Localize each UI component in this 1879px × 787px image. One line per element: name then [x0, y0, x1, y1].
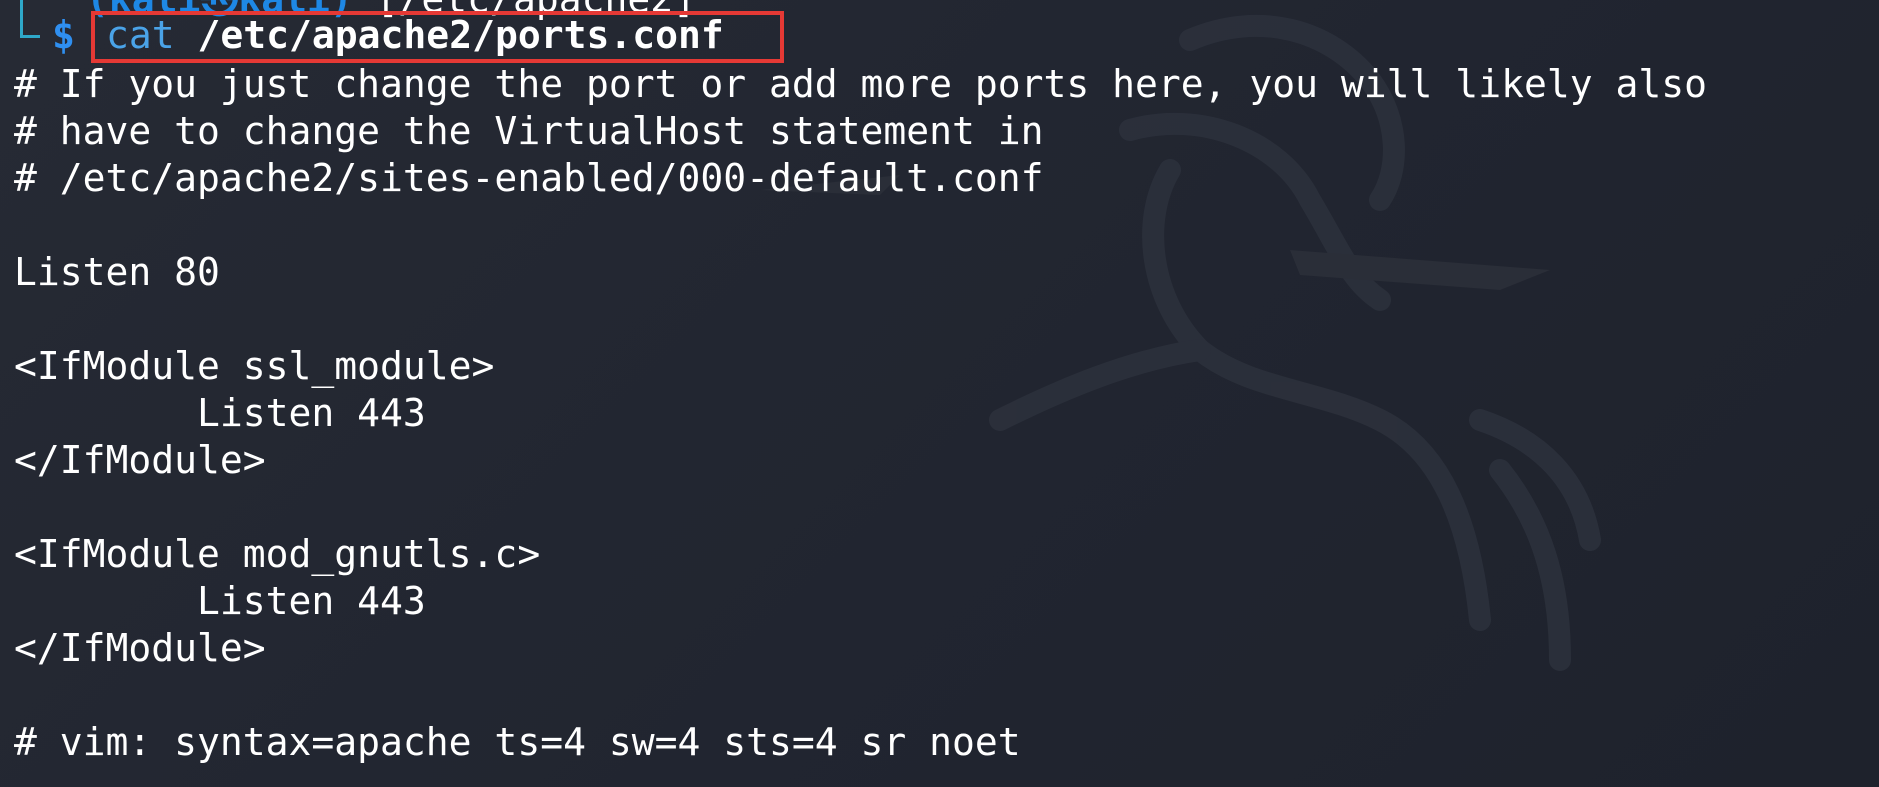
output-line: </IfModule> [14, 626, 266, 670]
terminal-window[interactable]: (kali㉿kali) [/etc/apache2] $ cat /etc/ap… [0, 0, 1879, 787]
output-line: Listen 443 [14, 391, 426, 435]
output-line: # If you just change the port or add mor… [14, 62, 1707, 106]
command-highlight-box [91, 11, 784, 63]
output-line: # have to change the VirtualHost stateme… [14, 109, 1044, 153]
prompt-symbol: $ [52, 13, 75, 57]
output-line: Listen 80 [14, 250, 220, 294]
prompt-tree-connector [20, 0, 40, 38]
output-line: Listen 443 [14, 579, 426, 623]
output-line: # vim: syntax=apache ts=4 sw=4 sts=4 sr … [14, 720, 1021, 764]
output-line: # /etc/apache2/sites-enabled/000-default… [14, 156, 1044, 200]
output-line: </IfModule> [14, 438, 266, 482]
output-line: <IfModule mod_gnutls.c> [14, 532, 541, 576]
output-line: <IfModule ssl_module> [14, 344, 495, 388]
